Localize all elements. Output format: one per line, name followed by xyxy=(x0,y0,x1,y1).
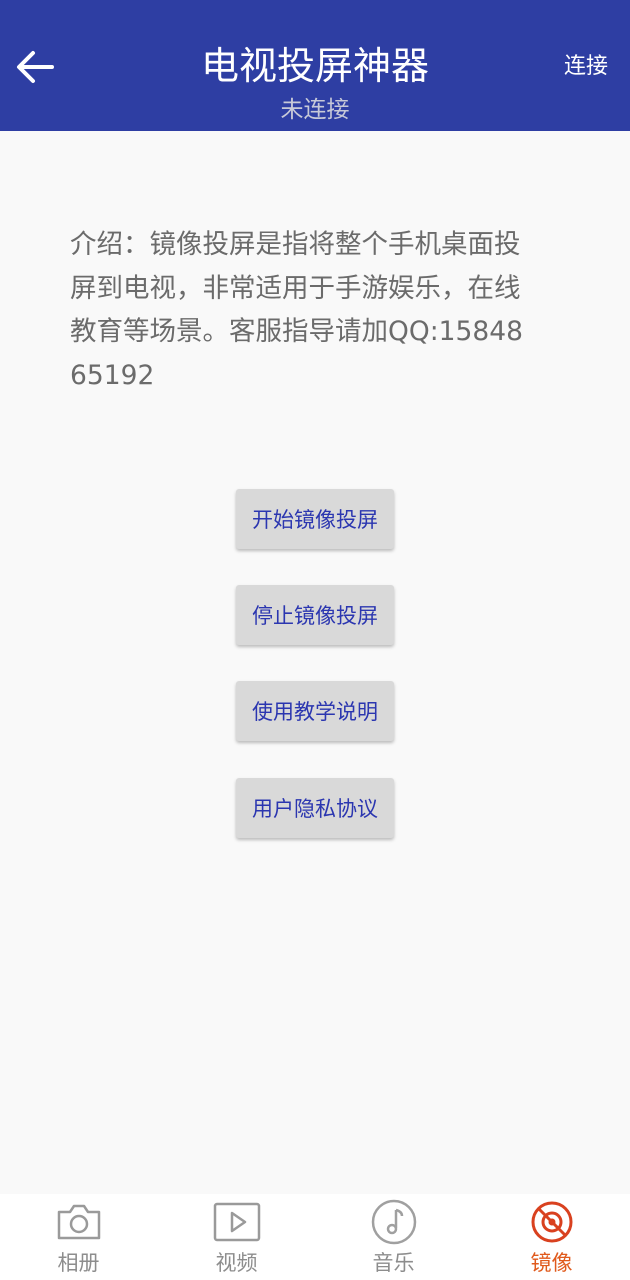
intro-text: 介绍：镜像投屏是指将整个手机桌面投屏到电视，非常适用于手游娱乐，在线教育等场景。… xyxy=(70,229,523,391)
stop-mirror-button[interactable]: 停止镜像投屏 xyxy=(236,585,394,645)
tab-label: 音乐 xyxy=(372,1251,415,1275)
top-app-bar: 电视投屏神器 未连接 连接 xyxy=(0,0,630,131)
page-title: 电视投屏神器 xyxy=(200,44,429,88)
bottom-tab-bar: 相册 视频 音乐 镜像 xyxy=(0,1194,630,1280)
video-play-icon xyxy=(213,1202,260,1242)
tutorial-button[interactable]: 使用教学说明 xyxy=(236,681,394,741)
privacy-policy-button[interactable]: 用户隐私协议 xyxy=(236,778,394,838)
tab-label: 相册 xyxy=(57,1251,100,1275)
mirror-cast-icon xyxy=(531,1201,572,1243)
connect-button[interactable]: 连接 xyxy=(564,52,608,82)
tab-album[interactable]: 相册 xyxy=(0,1194,157,1280)
tab-music[interactable]: 音乐 xyxy=(315,1194,472,1280)
tab-label: 视频 xyxy=(215,1251,258,1275)
connection-status: 未连接 xyxy=(280,97,350,123)
tab-mirror[interactable]: 镜像 xyxy=(473,1194,630,1280)
start-mirror-button[interactable]: 开始镜像投屏 xyxy=(236,489,394,549)
tab-label: 镜像 xyxy=(530,1251,573,1275)
tab-video[interactable]: 视频 xyxy=(158,1194,315,1280)
camera-icon xyxy=(57,1204,100,1240)
music-note-icon xyxy=(371,1199,416,1245)
